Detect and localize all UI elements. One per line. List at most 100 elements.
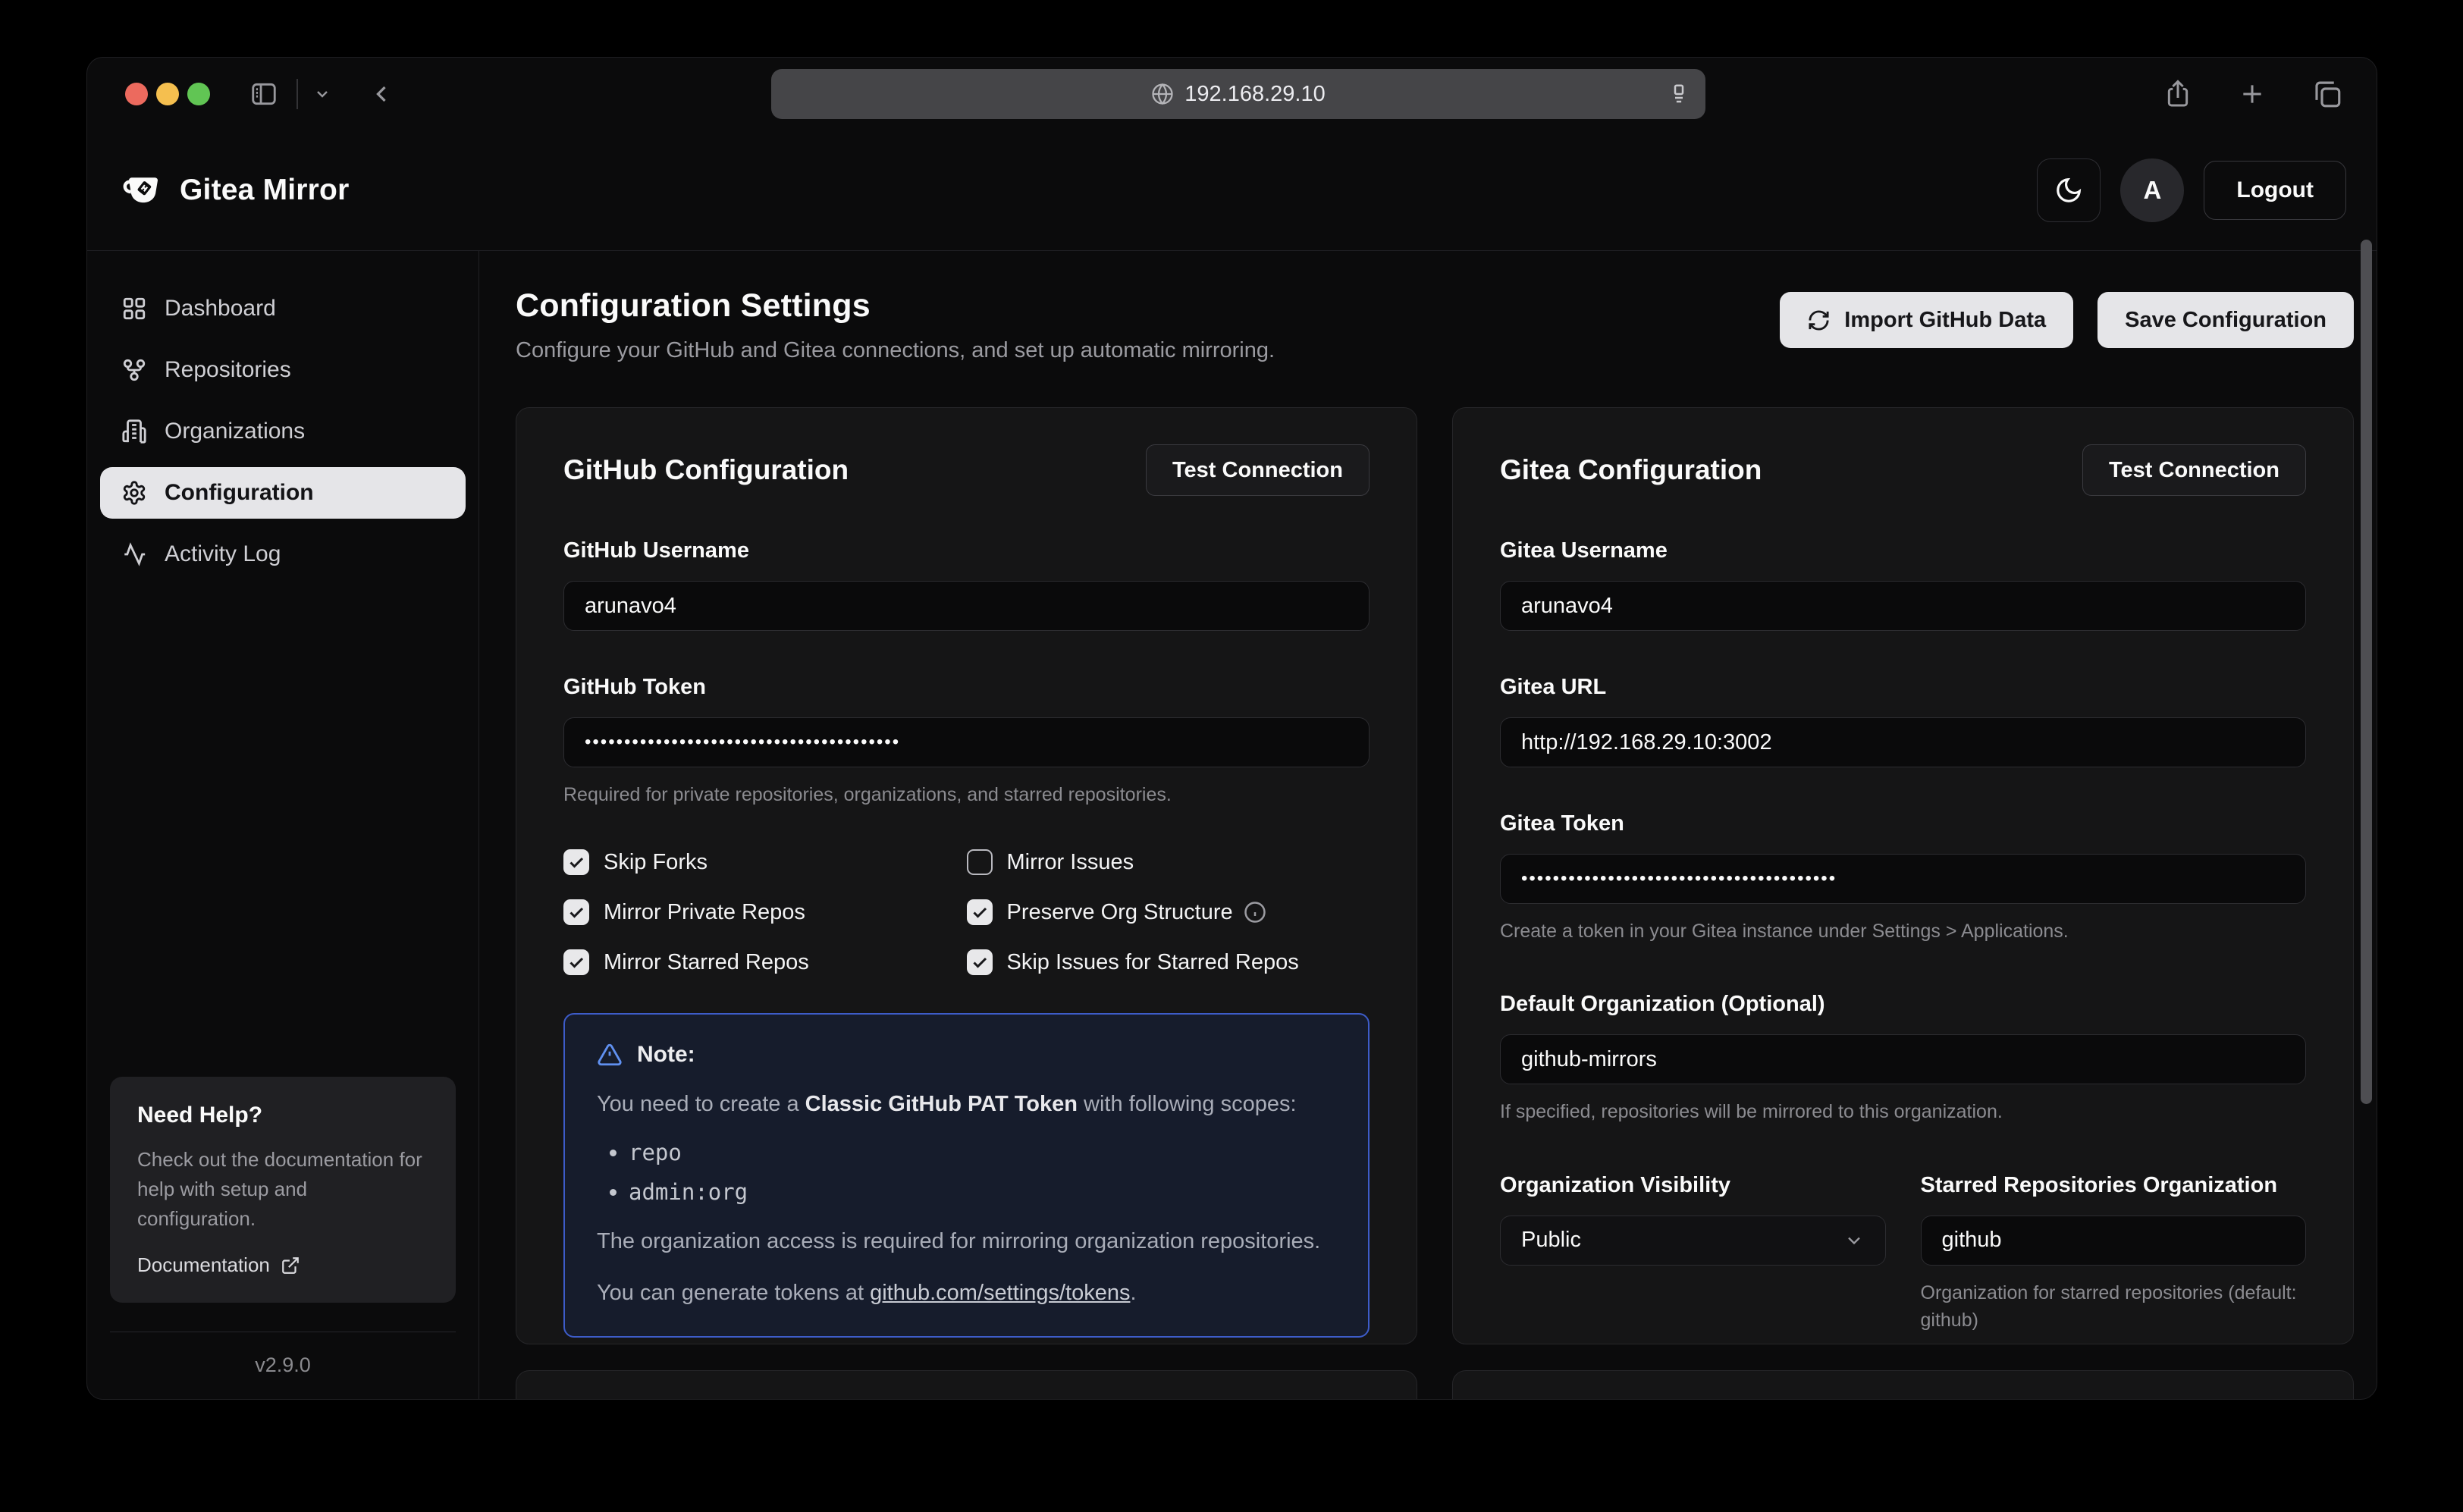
- github-username-label: GitHub Username: [563, 538, 1370, 563]
- checkbox[interactable]: [967, 899, 993, 925]
- gitea-configuration-card: Gitea Configuration Test Connection Gite…: [1452, 407, 2354, 1344]
- moon-icon: [2054, 176, 2083, 205]
- sidebar-toggle-icon[interactable]: [249, 80, 278, 108]
- checkbox-skip-forks: Skip Forks: [563, 849, 967, 875]
- organization-visibility-select[interactable]: Public: [1500, 1216, 1886, 1266]
- sidebar-item-label: Repositories: [165, 357, 291, 383]
- gitea-url-input[interactable]: [1500, 717, 2306, 767]
- new-tab-icon[interactable]: [2237, 79, 2267, 109]
- gitea-card-title: Gitea Configuration: [1500, 454, 1762, 486]
- checkbox-label: Skip Forks: [604, 850, 708, 875]
- tokens-link[interactable]: github.com/settings/tokens: [870, 1281, 1130, 1305]
- sidebar-item-organizations[interactable]: Organizations: [100, 406, 466, 457]
- share-icon[interactable]: [2163, 79, 2193, 109]
- github-token-helper: Required for private repositories, organ…: [563, 781, 1370, 808]
- checkbox-mirror-starred-repos: Mirror Starred Repos: [563, 949, 967, 975]
- checkbox[interactable]: [967, 849, 993, 875]
- checkbox[interactable]: [563, 849, 589, 875]
- note-line1: You need to create a Classic GitHub PAT …: [597, 1089, 1336, 1120]
- selected-visibility: Public: [1521, 1228, 1581, 1253]
- github-username-input[interactable]: [563, 581, 1370, 631]
- next-cards-row: [516, 1370, 2354, 1400]
- sidebar-item-label: Dashboard: [165, 296, 276, 322]
- gitea-token-input[interactable]: [1500, 854, 2306, 904]
- import-button-label: Import GitHub Data: [1844, 308, 2046, 333]
- info-icon[interactable]: [1244, 901, 1266, 924]
- sidebar-item-label: Configuration: [165, 480, 314, 506]
- checkbox[interactable]: [563, 949, 589, 975]
- checkbox-label: Mirror Starred Repos: [604, 950, 809, 975]
- github-card-title: GitHub Configuration: [563, 454, 849, 486]
- logout-button[interactable]: Logout: [2204, 161, 2346, 220]
- gitea-cup-icon: [122, 173, 165, 208]
- external-link-icon: [281, 1256, 300, 1275]
- avatar[interactable]: A: [2120, 158, 2184, 222]
- close-button[interactable]: [125, 83, 148, 105]
- sync-icon: [1807, 309, 1831, 332]
- git-fork-icon: [121, 357, 147, 383]
- back-icon[interactable]: [368, 80, 395, 108]
- help-title: Need Help?: [137, 1103, 428, 1128]
- sidebar-item-configuration[interactable]: Configuration: [100, 467, 466, 519]
- chevron-down-icon[interactable]: [313, 85, 331, 103]
- starred-repos-org-helper: Organization for starred repositories (d…: [1921, 1279, 2307, 1335]
- checkbox-mirror-private-repos: Mirror Private Repos: [563, 899, 967, 925]
- gitea-token-label: Gitea Token: [1500, 811, 2306, 836]
- gear-icon: [121, 480, 147, 506]
- gitea-url-label: Gitea URL: [1500, 675, 2306, 700]
- toolbar-divider: [297, 79, 298, 109]
- starred-repos-org-label: Starred Repositories Organization: [1921, 1173, 2307, 1198]
- sidebar: Dashboard Repositories Organizations: [87, 251, 479, 1400]
- import-github-data-button[interactable]: Import GitHub Data: [1780, 292, 2073, 348]
- page-title: Configuration Settings: [516, 287, 1275, 325]
- checkbox-preserve-org-structure: Preserve Org Structure: [967, 899, 1370, 925]
- github-test-connection-button[interactable]: Test Connection: [1146, 444, 1370, 496]
- building-icon: [121, 419, 147, 444]
- checkbox[interactable]: [967, 949, 993, 975]
- address-bar[interactable]: 192.168.29.10: [771, 69, 1705, 119]
- zoom-button[interactable]: [187, 83, 210, 105]
- url-text: 192.168.29.10: [1184, 82, 1325, 107]
- note-scope-list: repo admin:org: [597, 1140, 1336, 1205]
- checkbox-label: Mirror Issues: [1007, 850, 1134, 875]
- github-token-input[interactable]: [563, 717, 1370, 767]
- documentation-link[interactable]: Documentation: [137, 1253, 428, 1277]
- scrollbar-thumb[interactable]: [2361, 240, 2372, 1104]
- starred-repos-org-input[interactable]: [1921, 1216, 2307, 1266]
- pat-token-note: Note: You need to create a Classic GitHu…: [563, 1013, 1370, 1338]
- note-title: Note:: [637, 1042, 695, 1068]
- default-organization-helper: If specified, repositories will be mirro…: [1500, 1098, 2306, 1125]
- sidebar-item-dashboard[interactable]: Dashboard: [100, 283, 466, 334]
- note-line2: The organization access is required for …: [597, 1226, 1336, 1257]
- gitea-token-helper: Create a token in your Gitea instance un…: [1500, 918, 2306, 945]
- gitea-test-connection-button[interactable]: Test Connection: [2082, 444, 2306, 496]
- scope-item: admin:org: [629, 1179, 1336, 1205]
- app-title: Gitea Mirror: [180, 174, 349, 207]
- organization-visibility-label: Organization Visibility: [1500, 1173, 1886, 1198]
- browser-window: 192.168.29.10: [86, 57, 2377, 1400]
- sidebar-item-activity-log[interactable]: Activity Log: [100, 529, 466, 580]
- theme-toggle-button[interactable]: [2037, 158, 2101, 222]
- desktop-background: 192.168.29.10: [0, 0, 2463, 1512]
- globe-icon: [1151, 83, 1174, 105]
- help-body: Check out the documentation for help wit…: [137, 1145, 428, 1234]
- app-version: v2.9.0: [99, 1354, 466, 1377]
- checkbox-label: Preserve Org Structure: [1007, 900, 1233, 925]
- minimize-button[interactable]: [156, 83, 179, 105]
- page-settings-icon[interactable]: [1668, 83, 1690, 105]
- mirror-options: Skip Forks Mirror Private Repos Mirror S…: [563, 849, 1370, 975]
- main-content: Configuration Settings Configure your Gi…: [479, 251, 2377, 1400]
- chevron-down-icon: [1843, 1230, 1865, 1251]
- app-header: Gitea Mirror A Logout: [87, 130, 2377, 251]
- checkbox-skip-issues-starred: Skip Issues for Starred Repos: [967, 949, 1370, 975]
- save-configuration-button[interactable]: Save Configuration: [2097, 292, 2354, 348]
- sidebar-item-repositories[interactable]: Repositories: [100, 344, 466, 396]
- github-token-label: GitHub Token: [563, 675, 1370, 700]
- tab-overview-icon[interactable]: [2311, 78, 2343, 110]
- sidebar-item-label: Organizations: [165, 419, 305, 444]
- checkbox[interactable]: [563, 899, 589, 925]
- sidebar-item-label: Activity Log: [165, 541, 281, 567]
- checkbox-label: Skip Issues for Starred Repos: [1007, 950, 1299, 975]
- default-organization-input[interactable]: [1500, 1034, 2306, 1084]
- gitea-username-input[interactable]: [1500, 581, 2306, 631]
